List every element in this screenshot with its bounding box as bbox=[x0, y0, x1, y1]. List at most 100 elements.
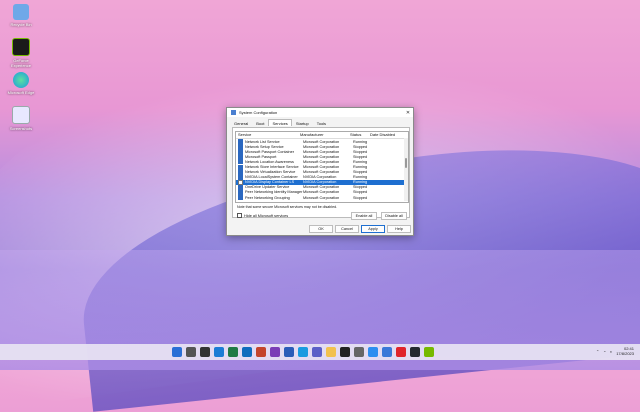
services-rows: Network List Service Microsoft Corporatio… bbox=[236, 139, 408, 201]
service-manufacturer: NVIDIA Corporation bbox=[303, 175, 337, 180]
column-manufacturer[interactable]: Manufacturer bbox=[300, 132, 350, 138]
service-name: OneDrive Updater Service bbox=[245, 185, 290, 190]
edge-icon bbox=[13, 72, 29, 88]
store-icon[interactable] bbox=[382, 347, 392, 357]
service-name: Network Setup Service bbox=[245, 144, 284, 149]
settings-icon[interactable] bbox=[354, 347, 364, 357]
onenote-icon[interactable] bbox=[270, 347, 280, 357]
photos-icon[interactable] bbox=[368, 347, 378, 357]
desktop-icon-screenshots[interactable]: Screenshots bbox=[4, 106, 38, 131]
onedrive-icon[interactable] bbox=[214, 347, 224, 357]
service-status: Running bbox=[353, 139, 368, 144]
service-status: Running bbox=[353, 165, 368, 170]
clock-date: 17/8/2023 bbox=[616, 351, 634, 356]
ok-button[interactable]: OK bbox=[309, 225, 333, 233]
enable-all-button[interactable]: Enable all bbox=[351, 212, 377, 220]
table-row[interactable]: Peer Networking Grouping Microsoft Corpor… bbox=[236, 195, 408, 201]
service-status: Stopped bbox=[353, 190, 368, 195]
service-manufacturer: Microsoft Corporation bbox=[303, 165, 340, 170]
desktop-icon-label: Recycle Bin bbox=[10, 22, 32, 27]
service-manufacturer: NVIDIA Corporation bbox=[303, 180, 337, 185]
service-manufacturer: Microsoft Corporation bbox=[303, 139, 340, 144]
excel-icon[interactable] bbox=[228, 347, 238, 357]
note-text: Note that some secure Microsoft services… bbox=[237, 205, 338, 209]
cancel-button[interactable]: Cancel bbox=[335, 225, 359, 233]
service-manufacturer: Microsoft Corporation bbox=[303, 170, 340, 175]
desktop-icon-recycle-bin[interactable]: Recycle Bin bbox=[4, 4, 38, 27]
powerpoint-icon[interactable] bbox=[256, 347, 266, 357]
hide-ms-services[interactable]: Hide all Microsoft services bbox=[237, 213, 288, 218]
teams-icon[interactable] bbox=[312, 347, 322, 357]
service-manufacturer: Microsoft Corporation bbox=[303, 185, 340, 190]
tab-startup[interactable]: Startup bbox=[292, 119, 313, 126]
service-status: Running bbox=[353, 159, 368, 164]
service-name: NVIDIA Display Container LS bbox=[245, 180, 295, 185]
column-status[interactable]: Status bbox=[350, 132, 370, 138]
tab-bar: General Boot Services Startup Tools bbox=[227, 119, 413, 126]
scrollbar-thumb[interactable] bbox=[405, 158, 407, 168]
tab-boot[interactable]: Boot bbox=[252, 119, 268, 126]
service-status: Stopped bbox=[353, 149, 368, 154]
opera-icon[interactable] bbox=[396, 347, 406, 357]
hide-ms-label: Hide all Microsoft services bbox=[244, 213, 289, 218]
tab-general[interactable]: General bbox=[230, 119, 252, 126]
close-icon[interactable]: ✕ bbox=[403, 110, 413, 116]
wifi-icon[interactable]: ◔ bbox=[603, 349, 605, 354]
service-name: Network Location Awareness bbox=[245, 159, 294, 164]
service-status: Stopped bbox=[353, 154, 368, 159]
start-icon[interactable] bbox=[172, 347, 182, 357]
desktop-icon-geforce[interactable]: GeForce Experience bbox=[4, 38, 38, 68]
desktop-icon-edge[interactable]: Microsoft Edge bbox=[4, 72, 38, 95]
msconfig-icon bbox=[231, 110, 236, 115]
apply-button[interactable]: Apply bbox=[361, 225, 385, 233]
service-manufacturer: Microsoft Corporation bbox=[303, 154, 340, 159]
system-tray: ⌃ ◔ ◖ 02:41 17/8/2023 bbox=[596, 346, 634, 356]
nvidia-icon[interactable] bbox=[424, 347, 434, 357]
chevron-up-icon[interactable]: ⌃ bbox=[596, 349, 599, 354]
github-icon[interactable] bbox=[410, 347, 420, 357]
disable-all-button[interactable]: Disable all bbox=[381, 212, 407, 220]
terminal-icon[interactable] bbox=[340, 347, 350, 357]
service-status: Running bbox=[353, 180, 368, 185]
word-icon[interactable] bbox=[284, 347, 294, 357]
taskbar-apps bbox=[172, 347, 434, 357]
service-status: Stopped bbox=[353, 185, 368, 190]
service-manufacturer: Microsoft Corporation bbox=[303, 144, 340, 149]
service-checkbox[interactable] bbox=[238, 195, 243, 201]
tab-tools[interactable]: Tools bbox=[313, 119, 330, 126]
list-header: Service Manufacturer Status Date Disable… bbox=[236, 132, 408, 139]
service-name: NVIDIA LocalSystem Container bbox=[245, 175, 298, 180]
desktop-icon-label: Microsoft Edge bbox=[7, 90, 35, 95]
service-status: Stopped bbox=[353, 170, 368, 175]
column-date-disabled[interactable]: Date Disabled bbox=[370, 132, 406, 138]
service-name: Network List Service bbox=[245, 139, 280, 144]
service-name: Network Virtualization Service bbox=[245, 170, 296, 175]
service-manufacturer: Microsoft Corporation bbox=[303, 149, 340, 154]
tab-services[interactable]: Services bbox=[268, 119, 292, 126]
folder-icon bbox=[12, 106, 30, 124]
taskbar: ⌃ ◔ ◖ 02:41 17/8/2023 bbox=[0, 344, 640, 360]
file-explorer-icon[interactable] bbox=[326, 347, 336, 357]
task-view-icon[interactable] bbox=[200, 347, 210, 357]
service-name: Peer Networking Grouping bbox=[245, 195, 290, 200]
dialog-titlebar[interactable]: System Configuration ✕ bbox=[227, 108, 413, 117]
service-status: Stopped bbox=[353, 195, 368, 200]
volume-icon[interactable]: ◖ bbox=[610, 349, 612, 354]
service-manufacturer: Microsoft Corporation bbox=[303, 190, 340, 195]
outlook-icon[interactable] bbox=[242, 347, 252, 357]
recycle-bin-icon bbox=[13, 4, 29, 20]
column-service[interactable]: Service bbox=[236, 132, 300, 138]
service-name: Microsoft Passport bbox=[245, 154, 277, 159]
search-icon[interactable] bbox=[186, 347, 196, 357]
service-status: Stopped bbox=[353, 144, 368, 149]
services-panel: Service Manufacturer Status Date Disable… bbox=[232, 127, 410, 220]
clock[interactable]: 02:41 17/8/2023 bbox=[616, 346, 634, 356]
list-scrollbar[interactable] bbox=[404, 138, 408, 201]
edge-icon[interactable] bbox=[298, 347, 308, 357]
desktop-icon-label: Screenshots bbox=[9, 126, 33, 131]
hide-ms-checkbox[interactable] bbox=[237, 213, 242, 218]
help-button[interactable]: Help bbox=[387, 225, 411, 233]
service-name: Peer Networking Identity Manager bbox=[245, 190, 303, 195]
services-list: Service Manufacturer Status Date Disable… bbox=[235, 131, 409, 203]
service-manufacturer: Microsoft Corporation bbox=[303, 159, 340, 164]
